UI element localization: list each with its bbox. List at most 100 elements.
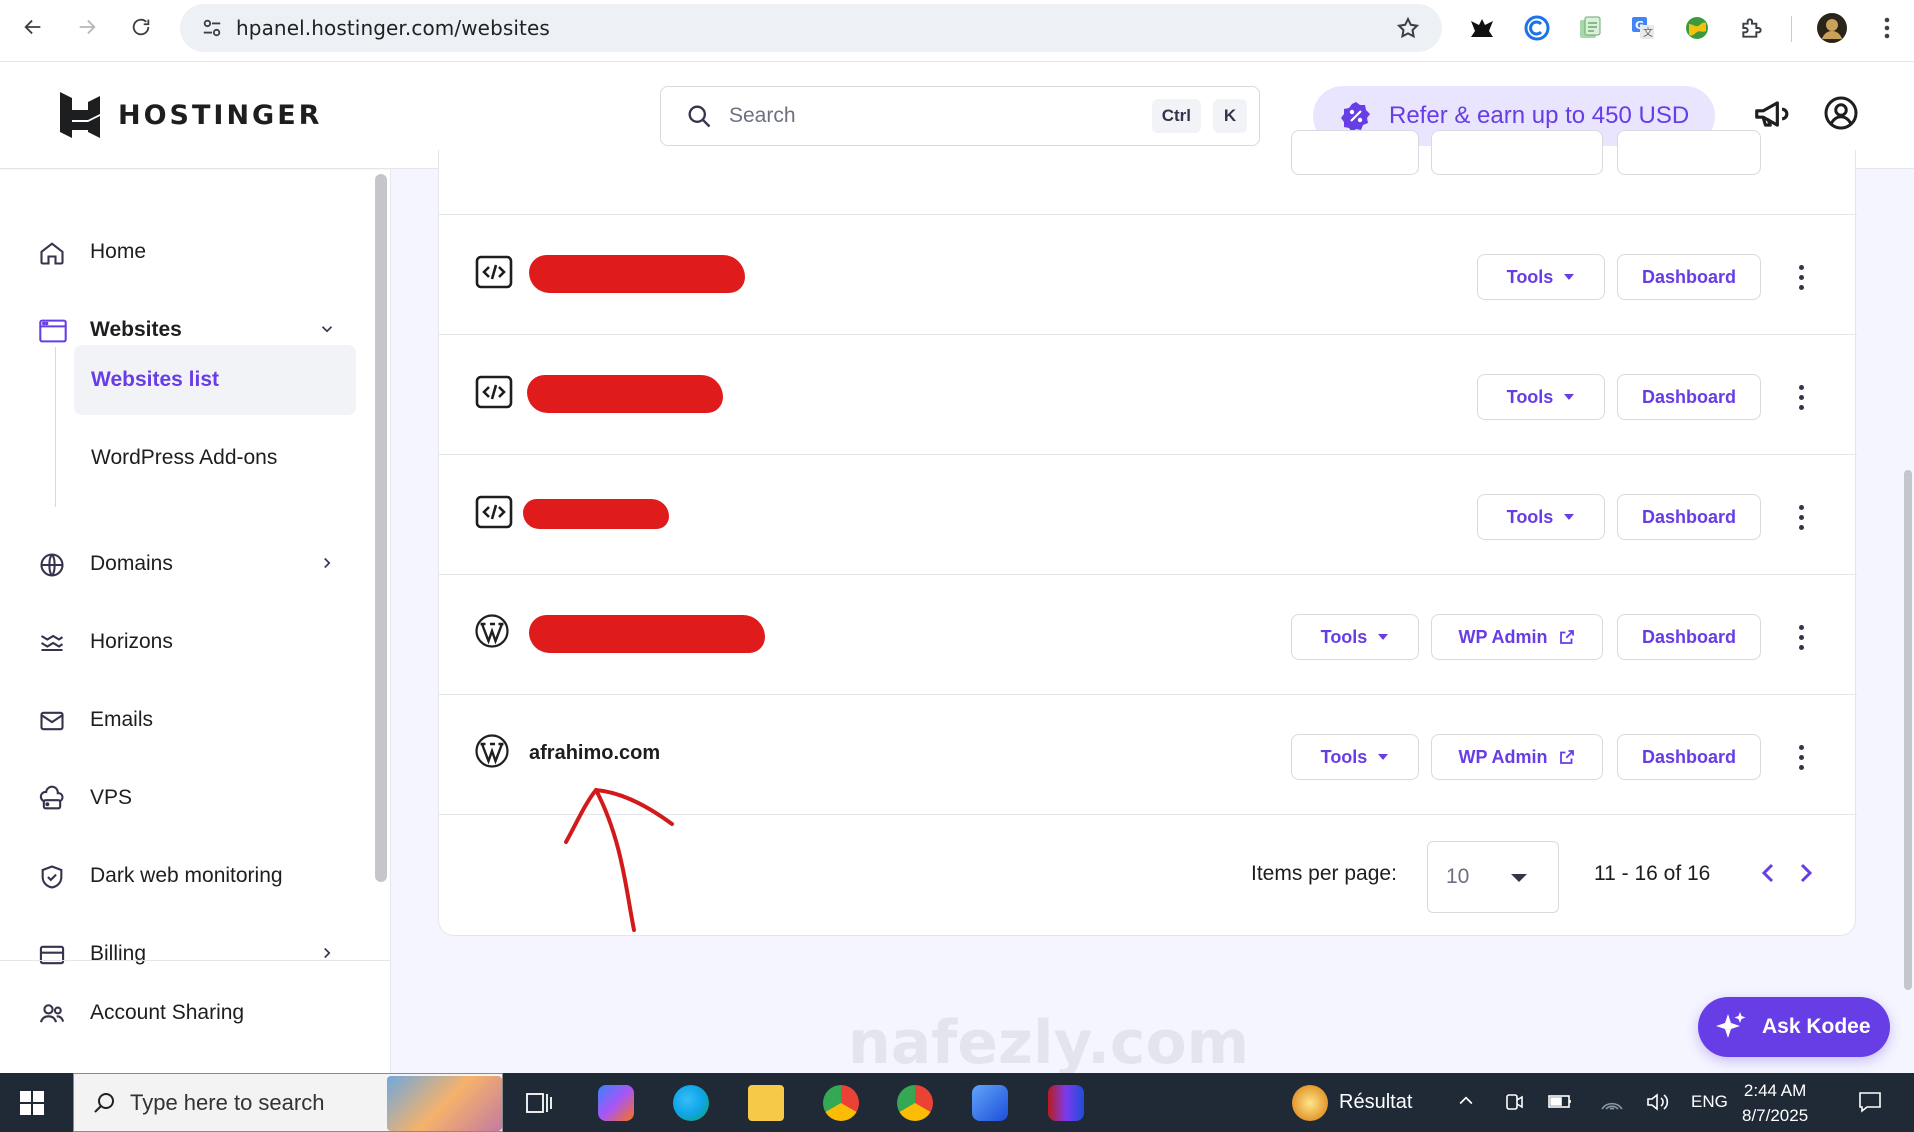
websites-icon: [38, 317, 68, 345]
more-options-icon[interactable]: [1789, 619, 1813, 655]
tools-button[interactable]: Tools: [1477, 494, 1605, 540]
profile-avatar[interactable]: [1815, 11, 1849, 45]
prev-page-icon[interactable]: [1757, 858, 1781, 888]
website-row: Tools Dashboard: [439, 455, 1857, 575]
tools-button[interactable]: Tools: [1477, 254, 1605, 300]
hostinger-logo[interactable]: HOSTINGER: [60, 92, 322, 138]
taskbar-clock[interactable]: 2:44 AM 8/7/2025: [1742, 1078, 1808, 1128]
extension-copyright-icon[interactable]: [1520, 11, 1554, 45]
sidebar-item-billing[interactable]: Billing: [0, 926, 370, 982]
code-icon: [475, 254, 513, 290]
clock-date: 8/7/2025: [1742, 1106, 1809, 1125]
account-icon[interactable]: [1823, 95, 1859, 131]
sidebar-subitem-websites-list[interactable]: Websites list: [74, 345, 356, 415]
volume-icon[interactable]: [1645, 1091, 1669, 1113]
dashboard-button-partial[interactable]: [1617, 130, 1761, 175]
wp-admin-button[interactable]: WP Admin: [1431, 734, 1603, 780]
submenu-guide-line: [55, 347, 56, 507]
chrome-profile-icon[interactable]: [897, 1085, 933, 1121]
dashboard-button[interactable]: Dashboard: [1617, 614, 1761, 660]
sidebar-item-domains[interactable]: Domains: [0, 536, 370, 592]
sidebar-item-dark-web-monitoring[interactable]: Dark web monitoring: [0, 848, 370, 904]
dashboard-button[interactable]: Dashboard: [1617, 494, 1761, 540]
language-indicator[interactable]: ENG: [1691, 1092, 1728, 1112]
tools-button[interactable]: Tools: [1291, 614, 1419, 660]
extension-ninja-icon[interactable]: [1465, 11, 1499, 45]
code-icon: [475, 494, 513, 530]
taskbar-search-box[interactable]: Type here to search: [73, 1073, 503, 1132]
items-per-page-select[interactable]: 10: [1427, 841, 1559, 913]
items-per-page-value: 10: [1446, 865, 1470, 888]
external-link-icon: [1559, 630, 1574, 644]
sidebar-item-account-sharing[interactable]: Account Sharing: [0, 985, 370, 1041]
dashboard-button[interactable]: Dashboard: [1617, 254, 1761, 300]
sidebar-subitem-wordpress-addons[interactable]: WordPress Add-ons: [74, 423, 356, 493]
tools-button[interactable]: Tools: [1291, 734, 1419, 780]
browser-menu-icon[interactable]: [1870, 11, 1904, 45]
battery-icon[interactable]: [1548, 1091, 1574, 1111]
photos-icon[interactable]: [972, 1085, 1008, 1121]
megaphone-icon[interactable]: [1752, 95, 1790, 133]
page-scrollbar[interactable]: [1904, 470, 1912, 990]
ask-kodee-button[interactable]: Ask Kodee: [1698, 997, 1890, 1057]
wifi-icon[interactable]: [1600, 1091, 1624, 1113]
dashboard-label: Dashboard: [1641, 506, 1737, 527]
copilot-icon[interactable]: [598, 1085, 634, 1121]
bookmark-star-icon[interactable]: [1396, 16, 1420, 40]
tools-label: Tools: [1506, 266, 1554, 287]
logo-text: HOSTINGER: [118, 99, 323, 131]
redacted-site-name: [527, 375, 723, 413]
chevron-up-icon[interactable]: [1456, 1091, 1476, 1111]
sidebar-item-home[interactable]: Home: [0, 224, 370, 280]
weather-icon[interactable]: [1292, 1085, 1328, 1121]
sidebar-item-vps[interactable]: VPS: [0, 770, 370, 826]
address-bar[interactable]: hpanel.hostinger.com/websites: [180, 4, 1442, 52]
url-text[interactable]: hpanel.hostinger.com/websites: [236, 16, 550, 40]
extensions-puzzle-icon[interactable]: [1735, 11, 1769, 45]
dashboard-button[interactable]: Dashboard: [1617, 734, 1761, 780]
tools-button-partial[interactable]: [1291, 130, 1419, 175]
extension-globe-icon[interactable]: [1680, 11, 1714, 45]
dashboard-button[interactable]: Dashboard: [1617, 374, 1761, 420]
sidebar-item-emails[interactable]: Emails: [0, 692, 370, 748]
next-page-icon[interactable]: [1793, 858, 1817, 888]
tools-label: Tools: [1320, 746, 1368, 767]
search-placeholder[interactable]: Search: [729, 104, 1152, 128]
winrar-icon[interactable]: [1048, 1085, 1084, 1121]
redacted-site-name: [523, 499, 669, 529]
extension-translate-icon[interactable]: G文: [1626, 11, 1660, 45]
meet-now-icon[interactable]: [1504, 1091, 1524, 1113]
taskbar-search-placeholder[interactable]: Type here to search: [130, 1090, 324, 1116]
clock-time: 2:44 AM: [1743, 1081, 1807, 1100]
task-view-icon[interactable]: [526, 1091, 552, 1115]
site-settings-icon[interactable]: [188, 17, 236, 39]
more-options-icon[interactable]: [1789, 379, 1813, 415]
shortcut-key-k: K: [1213, 99, 1247, 133]
sidebar-item-label: Horizons: [90, 630, 173, 653]
tools-label: Tools: [1506, 506, 1554, 527]
wp-admin-button[interactable]: WP Admin: [1431, 614, 1603, 660]
search-icon: [685, 102, 713, 130]
weather-label[interactable]: Résultat: [1339, 1091, 1412, 1114]
sidebar-scrollbar[interactable]: [375, 174, 387, 882]
more-options-icon[interactable]: [1789, 739, 1813, 775]
search-bar[interactable]: Search Ctrl K: [660, 86, 1260, 146]
tools-label: Tools: [1320, 626, 1368, 647]
wp-admin-button-partial[interactable]: [1431, 130, 1603, 175]
chrome-icon[interactable]: [823, 1085, 859, 1121]
reload-button[interactable]: [114, 0, 168, 54]
site-name[interactable]: afrahimo.com: [529, 742, 660, 765]
file-explorer-icon[interactable]: [748, 1085, 784, 1121]
notifications-icon[interactable]: [1858, 1091, 1882, 1113]
windows-start-icon[interactable]: [20, 1091, 44, 1115]
more-options-icon[interactable]: [1789, 259, 1813, 295]
caret-down-icon: [1378, 634, 1389, 640]
sidebar-subitem-label: Websites list: [91, 368, 219, 391]
sidebar-item-horizons[interactable]: Horizons: [0, 614, 370, 670]
forward-button[interactable]: [60, 0, 114, 54]
more-options-icon[interactable]: [1789, 499, 1813, 535]
tools-button[interactable]: Tools: [1477, 374, 1605, 420]
extension-notes-icon[interactable]: [1573, 11, 1607, 45]
edge-browser-icon[interactable]: [673, 1085, 709, 1121]
back-button[interactable]: [6, 0, 60, 54]
